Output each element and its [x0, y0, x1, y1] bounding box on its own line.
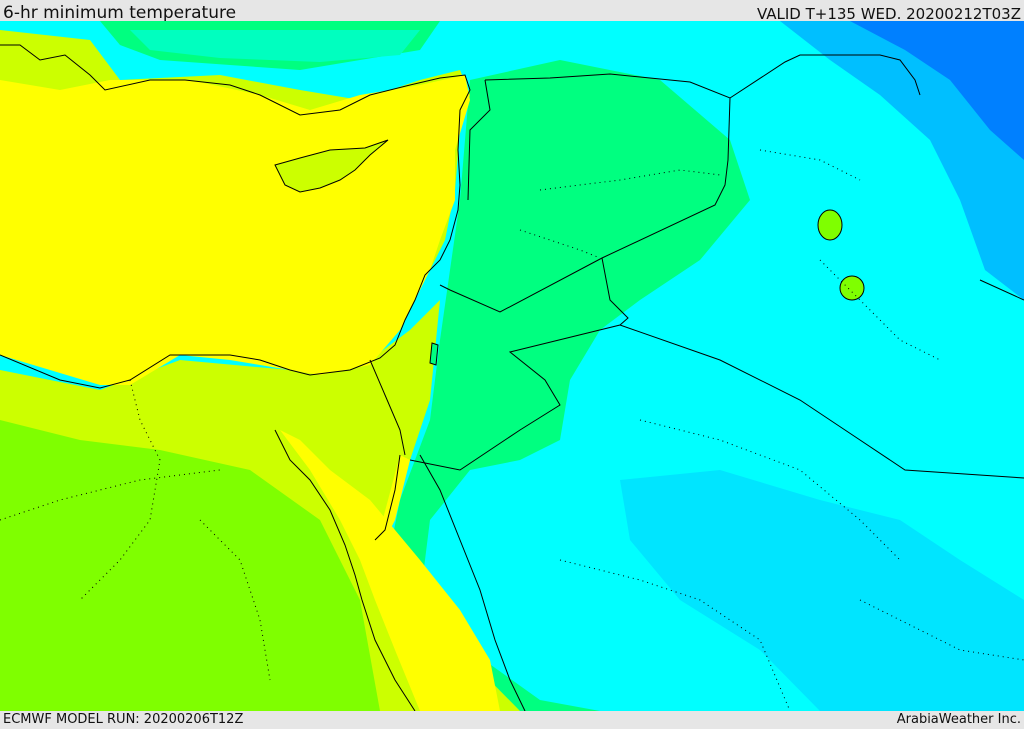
- credit-label: ArabiaWeather Inc.: [896, 712, 1021, 727]
- model-run-label: ECMWF MODEL RUN: 20200206T12Z: [3, 712, 244, 727]
- temperature-map: [0, 21, 1024, 711]
- lake-tharthar: [817, 209, 843, 241]
- dead-sea: [429, 342, 439, 366]
- map-title: 6-hr minimum temperature: [3, 3, 237, 23]
- lake-habbaniyah: [839, 275, 865, 301]
